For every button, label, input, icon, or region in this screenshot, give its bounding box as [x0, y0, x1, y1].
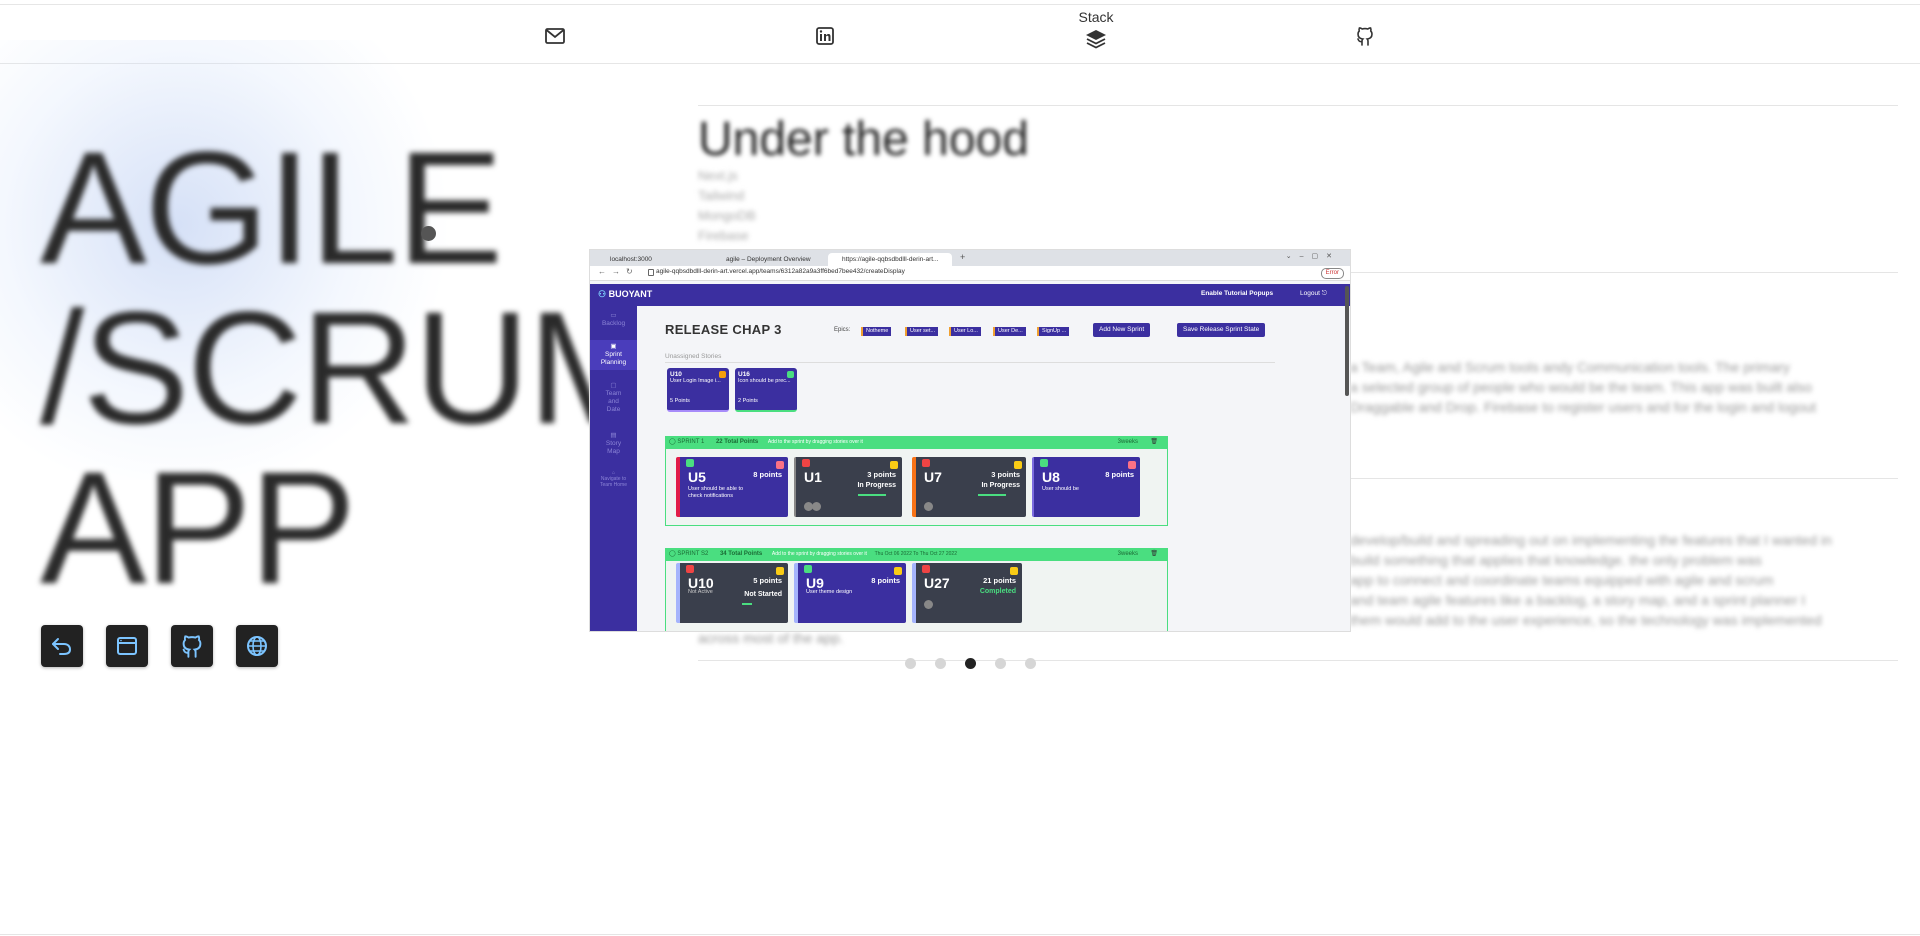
- sidebar-item-sprint-planning[interactable]: ▣ Sprint Planning: [590, 340, 637, 370]
- carousel-dot-active[interactable]: [965, 658, 976, 669]
- github-button[interactable]: [171, 625, 213, 667]
- tutorial-toggle[interactable]: Enable Tutorial Popups: [1201, 290, 1273, 297]
- scrollbar[interactable]: [1345, 286, 1349, 396]
- browser-tab[interactable]: localhost:3000: [596, 253, 720, 266]
- divider: [665, 362, 1275, 363]
- story-card[interactable]: U10 User Login Image i... 5 Points: [667, 368, 729, 412]
- back-button[interactable]: [41, 625, 83, 667]
- sprint-circle-icon: ◯: [669, 551, 676, 557]
- mail-icon[interactable]: [542, 23, 568, 49]
- sidebar-item-team-home[interactable]: ⌂ Navigate to Team Home: [590, 470, 637, 488]
- release-title: RELEASE CHAP 3: [665, 322, 782, 337]
- unassigned-label: Unassigned Stories: [665, 353, 722, 360]
- sprint-header[interactable]: ◯ SPRINT S2 34 Total Points Add to the s…: [665, 548, 1168, 560]
- sidebar-item-team-date[interactable]: ▢ Team and Date: [590, 382, 637, 414]
- section-heading: Under the hood: [698, 113, 1029, 166]
- story-card[interactable]: U8 8 points User should be: [1032, 457, 1140, 517]
- sprint-body: U5 8 points User should be able to check…: [665, 448, 1168, 526]
- sprint-planning-main: RELEASE CHAP 3 Epics: Notheme User set..…: [637, 306, 1277, 631]
- calendar-icon: ▢: [610, 382, 617, 389]
- story-paragraph-end: across most of the app.: [698, 630, 844, 646]
- github-icon[interactable]: [1352, 23, 1378, 49]
- carousel-dot[interactable]: [935, 658, 946, 669]
- lock-icon: [648, 269, 654, 276]
- trash-icon: 🗑: [1150, 439, 1158, 445]
- error-badge[interactable]: Error: [1320, 268, 1344, 279]
- story-card[interactable]: U16 Icon should be prec... 2 Points: [735, 368, 797, 412]
- hero-buttons: [41, 625, 278, 667]
- epics-label: Epics:: [834, 327, 851, 333]
- story-card[interactable]: U27 21 points Completed: [912, 563, 1022, 623]
- stack-link[interactable]: Stack: [1078, 9, 1114, 49]
- epic-chip[interactable]: User set...: [905, 327, 939, 336]
- backlog-icon: ▭: [610, 312, 617, 319]
- app-screenshot: localhost:3000 agile – Deployment Overvi…: [590, 250, 1350, 631]
- story-paragraph: develop/build and spreading out on imple…: [1350, 532, 1832, 628]
- sprint-circle-icon: ◯: [669, 439, 676, 445]
- epic-chip[interactable]: User De...: [993, 327, 1026, 336]
- carousel-dot[interactable]: [995, 658, 1006, 669]
- app-bar: ⚇ BUOYANT Enable Tutorial Popups Logout …: [590, 284, 1350, 306]
- sidebar-item-story-map[interactable]: ▤ Story Map: [590, 432, 637, 456]
- sidebar-item-backlog[interactable]: ▭ Backlog: [590, 312, 637, 328]
- window-controls-icon[interactable]: ⌄–▢✕: [1286, 252, 1340, 260]
- stack-label: Stack: [1078, 9, 1114, 25]
- story-card[interactable]: U5 8 points User should be able to check…: [676, 457, 788, 517]
- sprint-header[interactable]: ◯ SPRINT 1 22 Total Points Add to the sp…: [665, 436, 1168, 448]
- footer-line: [0, 934, 1920, 935]
- priority-flag-icon: [787, 371, 794, 378]
- divider: [698, 105, 1898, 106]
- brand-logo[interactable]: ⚇ BUOYANT: [598, 289, 652, 300]
- story-card[interactable]: U7 3 points In Progress: [912, 457, 1026, 517]
- add-sprint-button[interactable]: Add New Sprint: [1093, 323, 1151, 337]
- logout-link[interactable]: Logout ⎋: [1300, 290, 1327, 298]
- address-bar: ←→↻ agile-qqbsdbdlll-derin-art.vercel.ap…: [590, 266, 1350, 281]
- divider: [698, 660, 1898, 661]
- hero-title: AGILE /SCRUM APP: [40, 118, 661, 617]
- browser-tab-active[interactable]: https://agile-qqbsdbdlll-derin-art...: [828, 253, 952, 266]
- logo-icon: ⚇: [598, 289, 607, 299]
- carousel-dot[interactable]: [905, 658, 916, 669]
- map-icon: ▤: [610, 432, 617, 439]
- browser-tab[interactable]: agile – Deployment Overview: [712, 253, 836, 266]
- layers-icon: [1086, 30, 1106, 49]
- priority-flag-icon: [719, 371, 726, 378]
- globe-button[interactable]: [236, 625, 278, 667]
- story-card[interactable]: U9 8 points User theme design: [794, 563, 906, 623]
- sprint-icon: ▣: [610, 343, 617, 350]
- linkedin-icon[interactable]: [812, 23, 838, 49]
- story-card[interactable]: U10 5 points Not Active Not Started: [676, 563, 788, 623]
- window-button[interactable]: [106, 625, 148, 667]
- url-text[interactable]: agile-qqbsdbdlll-derin-art.vercel.app/te…: [656, 268, 905, 275]
- window-icon: [117, 637, 137, 655]
- story-card[interactable]: U1 3 points In Progress: [794, 457, 902, 517]
- browser-tabs: localhost:3000 agile – Deployment Overvi…: [590, 250, 1350, 266]
- epic-chip[interactable]: User Lo...: [949, 327, 981, 336]
- browser-nav-icons[interactable]: ←→↻: [598, 267, 639, 276]
- carousel-dot[interactable]: [1025, 658, 1036, 669]
- globe-icon: [247, 636, 267, 656]
- stack-list: Next.js Tailwind MongoDB Firebase: [698, 168, 756, 243]
- trash-icon: 🗑: [1150, 551, 1158, 557]
- sprint-body: U10 5 points Not Active Not Started U9 8…: [665, 560, 1168, 631]
- description-paragraph: a Team, Agile and Scrum tools andy Commu…: [1350, 359, 1817, 415]
- back-icon: [52, 638, 72, 655]
- carousel-dots: [905, 658, 1036, 669]
- cursor-dot: [421, 226, 436, 241]
- logout-icon: ⎋: [1321, 290, 1327, 297]
- epic-chip[interactable]: Notheme: [861, 327, 892, 336]
- new-tab-icon[interactable]: +: [960, 252, 965, 262]
- github-icon: [182, 635, 202, 658]
- save-sprint-state-button[interactable]: Save Release Sprint State: [1177, 323, 1266, 337]
- app-sidebar: ▭ Backlog ▣ Sprint Planning ▢ Team and Date…: [590, 306, 637, 631]
- epic-chip[interactable]: SignUp ...: [1037, 327, 1070, 336]
